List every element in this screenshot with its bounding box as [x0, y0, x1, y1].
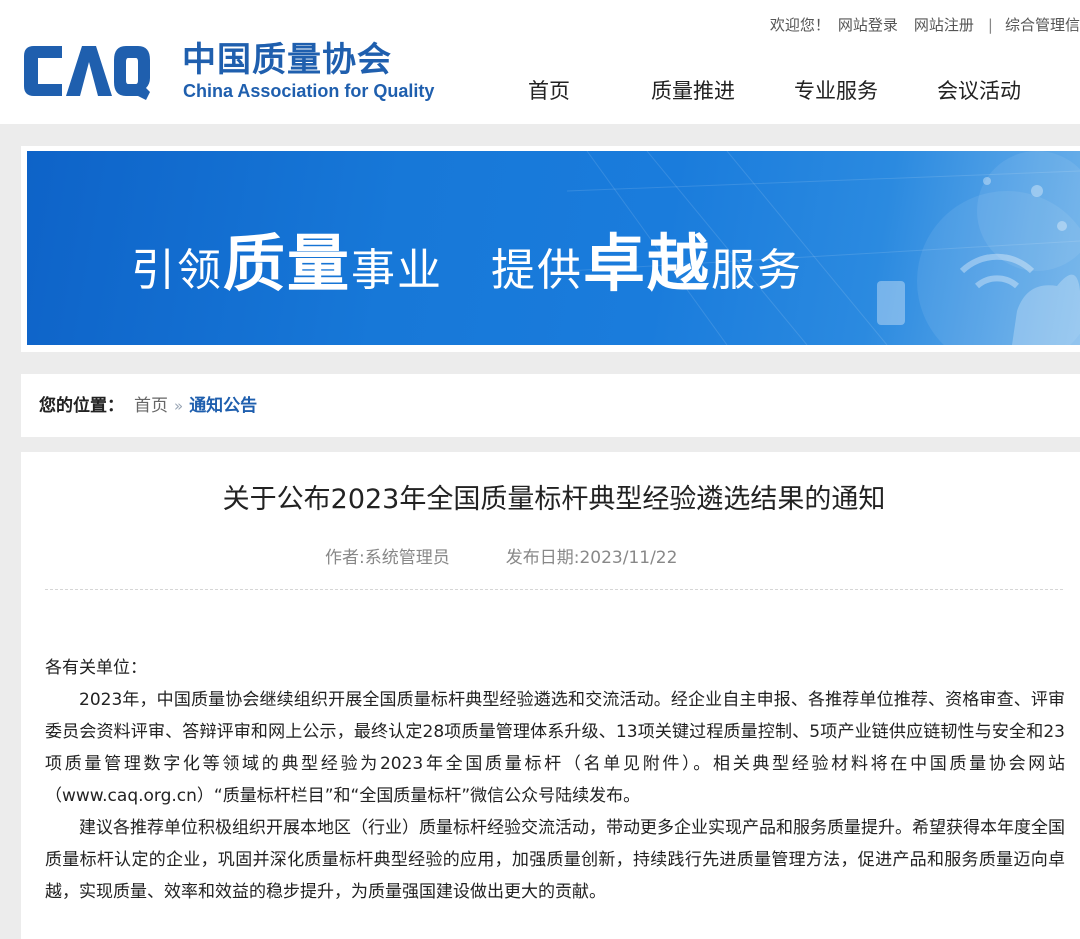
slogan-part: 事业 — [351, 245, 444, 296]
slogan-part: 卓越 — [583, 227, 712, 300]
caq-logo-icon — [24, 46, 150, 100]
logo-name-en: China Association for Quality — [183, 81, 435, 101]
nav-professional-services[interactable]: 专业服务 — [794, 76, 878, 106]
article-paragraph: 建议各推荐单位积极组织开展本地区（行业）质量标杆经验交流活动，带动更多企业实现产… — [45, 818, 1065, 902]
register-link[interactable]: 网站注册 — [914, 14, 974, 36]
login-link[interactable]: 网站登录 — [838, 14, 898, 36]
breadcrumb-bar: 您的位置： 首页 » 通知公告 — [21, 374, 1080, 437]
top-links: 欢迎您！ 网站登录 网站注册 | 综合管理信 — [770, 14, 1080, 36]
link-separator: | — [987, 16, 993, 34]
article-divider — [45, 589, 1063, 590]
logo-name-cn: 中国质量协会 — [182, 40, 392, 80]
breadcrumb-label: 您的位置： — [39, 396, 124, 416]
breadcrumb: 您的位置： 首页 » 通知公告 — [39, 394, 257, 418]
slogan-part: 质量 — [223, 227, 352, 300]
site-logo[interactable]: 中国质量协会 China Association for Quality — [22, 40, 434, 102]
article-body: 各有关单位： 2023年，中国质量协会继续组织开展全国质量标杆典型经验遴选和交流… — [45, 652, 1065, 908]
article-meta: 作者:系统管理员 发布日期:2023/11/22 — [325, 546, 677, 570]
breadcrumb-home[interactable]: 首页 — [134, 396, 168, 416]
nav-conferences[interactable]: 会议活动 — [937, 76, 1021, 106]
admin-link[interactable]: 综合管理信 — [1005, 14, 1080, 36]
article-author: 作者:系统管理员 — [325, 548, 450, 568]
breadcrumb-separator-icon: » — [174, 397, 184, 415]
hero-banner: 引领 质量 事业 提供 卓越 服务 — [27, 151, 1080, 345]
breadcrumb-current[interactable]: 通知公告 — [189, 396, 257, 416]
slogan-part: 服务 — [711, 245, 804, 296]
article-title: 关于公布2023年全国质量标杆典型经验遴选结果的通知 — [222, 484, 886, 515]
article-date: 发布日期:2023/11/22 — [505, 548, 678, 568]
site-header: 中国质量协会 China Association for Quality 欢迎您… — [0, 0, 1080, 124]
nav-quality-promotion[interactable]: 质量推进 — [651, 76, 735, 106]
slogan-part: 引领 — [131, 245, 223, 296]
article-paragraph: 2023年，中国质量协会继续组织开展全国质量标杆典型经验遴选和交流活动。经企业自… — [45, 690, 1065, 806]
article-salutation: 各有关单位： — [45, 658, 147, 678]
banner-slogan: 引领 质量 事业 提供 卓越 服务 — [131, 213, 803, 300]
nav-home[interactable]: 首页 — [528, 76, 570, 106]
welcome-text: 欢迎您！ — [769, 16, 830, 34]
slogan-part: 提供 — [491, 245, 584, 296]
article-panel: 关于公布2023年全国质量标杆典型经验遴选结果的通知 作者:系统管理员 发布日期:… — [21, 452, 1080, 939]
